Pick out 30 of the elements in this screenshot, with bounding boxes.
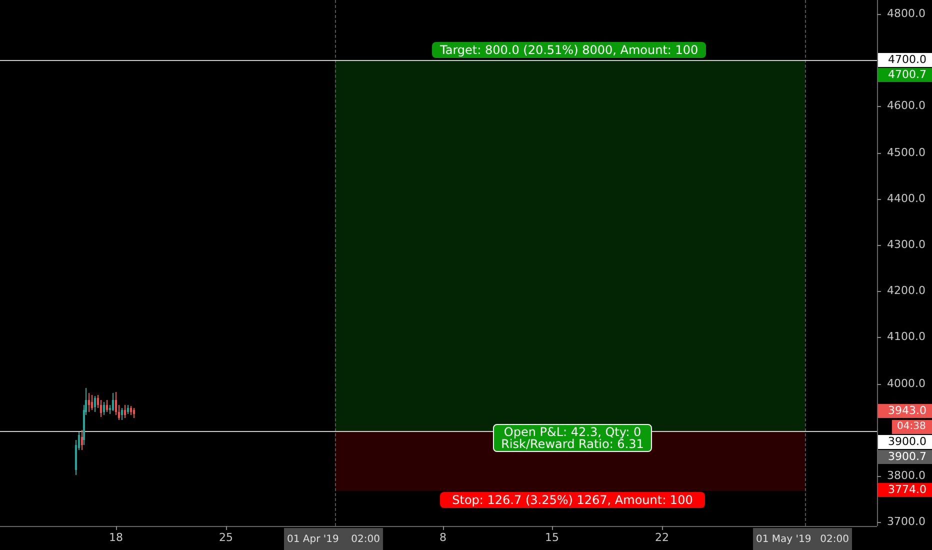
price-tick: 4200.0	[887, 285, 926, 298]
price-badge: 3900.7	[878, 450, 932, 464]
risk-reward-text: Risk/Reward Ratio: 6.31	[501, 438, 644, 450]
price-tick: 4000.0	[887, 378, 926, 390]
price-tick: 3800.0	[887, 470, 926, 482]
price-badge: 4700.7	[878, 68, 932, 82]
time-text: 02:00	[351, 532, 380, 546]
open-pnl-text: Open P&L: 42.3, Qty: 0	[504, 426, 642, 438]
date-text: 01 Apr '19	[287, 532, 339, 546]
time-tick: 22	[654, 531, 670, 545]
time-tick: 18	[108, 531, 124, 545]
time-text: 02:00	[820, 532, 849, 546]
time-tick: 8	[438, 531, 448, 545]
price-tick: 4400.0	[887, 192, 926, 205]
date-text: 01 May '19	[756, 532, 812, 546]
price-badge: 3900.0	[878, 435, 932, 449]
price-badge: 04:38	[892, 420, 932, 434]
target-label: Target: 800.0 (20.51%) 8000, Amount: 100	[432, 42, 706, 58]
time-tick: 15	[544, 531, 560, 545]
stop-label: Stop: 126.7 (3.25%) 1267, Amount: 100	[440, 492, 705, 508]
time-tick: 25	[218, 531, 234, 545]
price-tick: 4300.0	[887, 239, 926, 251]
price-tick: 4600.0	[887, 100, 926, 112]
price-tick: 4800.0	[887, 8, 926, 20]
price-badge: 4700.0	[878, 53, 932, 67]
price-tick: 4100.0	[887, 331, 926, 344]
price-badge: 3943.0	[878, 404, 932, 418]
price-badge: 3774.0	[878, 483, 932, 497]
price-tick: 3700.0	[887, 516, 926, 528]
price-tick: 4500.0	[887, 146, 926, 159]
